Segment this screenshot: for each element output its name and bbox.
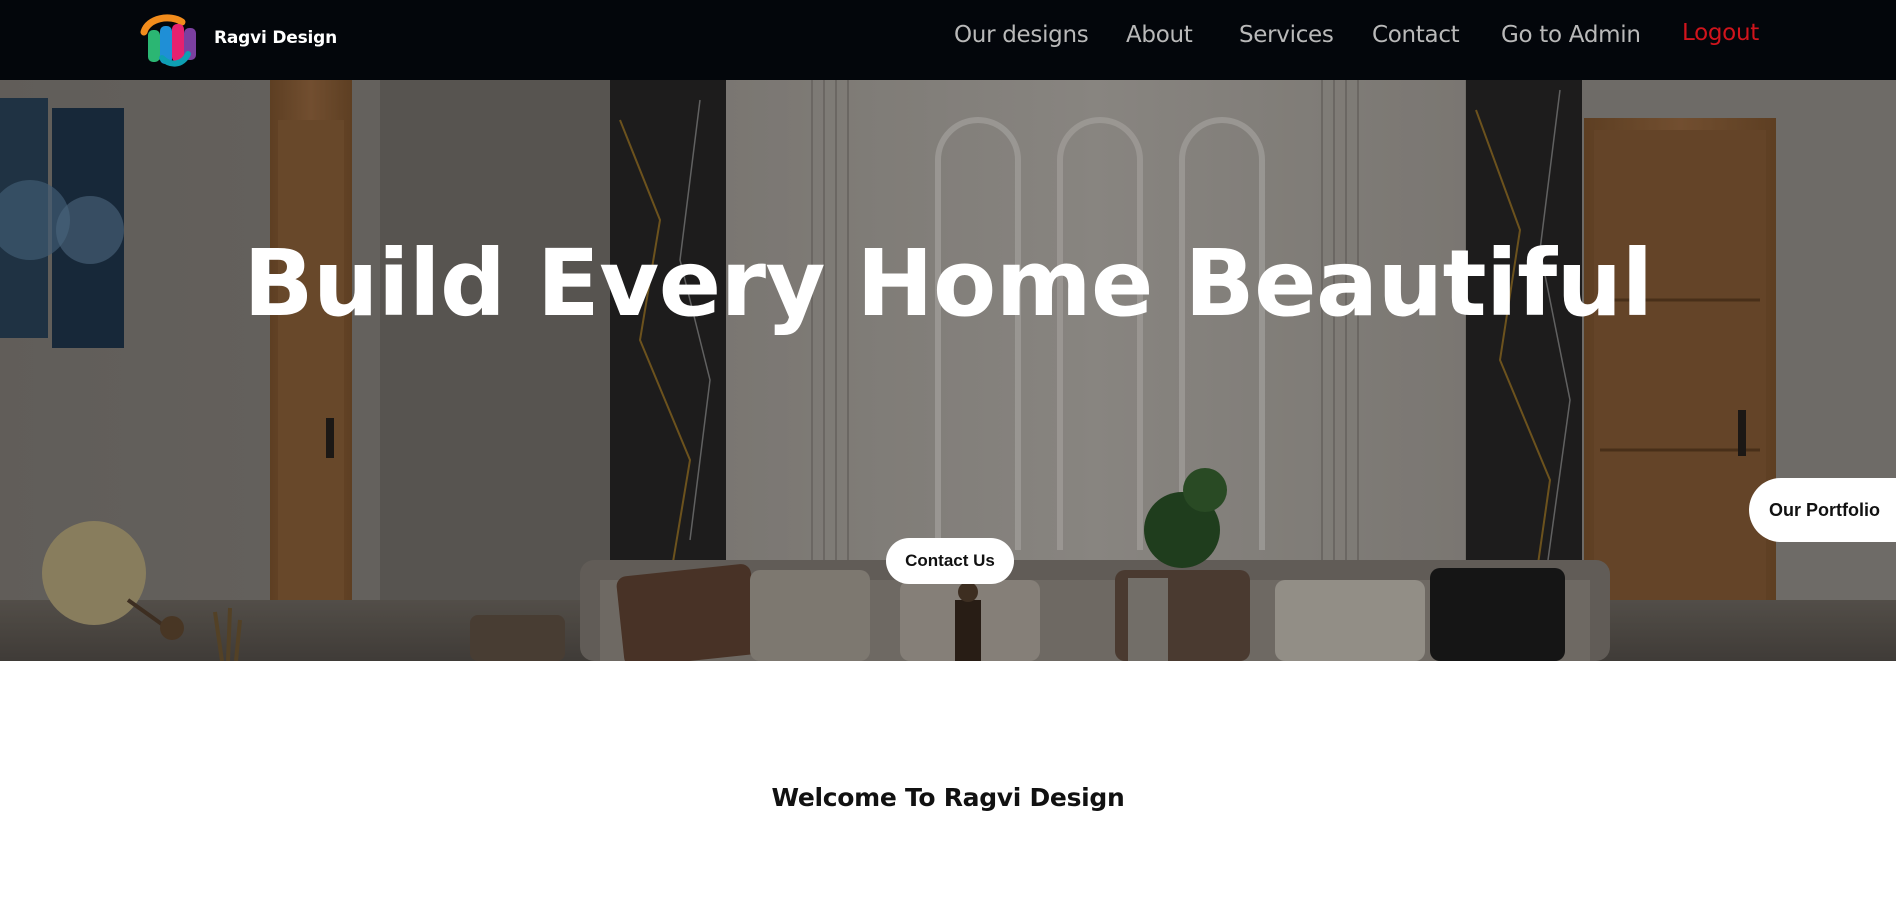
welcome-heading: Welcome To Ragvi Design — [771, 783, 1125, 812]
hero-section: Build Every Home Beautiful Contact Us — [0, 80, 1896, 661]
nav-services[interactable]: Services — [1239, 22, 1334, 48]
nav-logout[interactable]: Logout — [1682, 20, 1759, 46]
nav-about[interactable]: About — [1126, 22, 1193, 48]
hero-title: Build Every Home Beautiful — [243, 230, 1653, 337]
contact-us-button[interactable]: Contact Us — [886, 538, 1014, 584]
top-navbar: Ragvi Design Our designs About Services … — [0, 0, 1896, 80]
nav-contact[interactable]: Contact — [1372, 22, 1460, 48]
nav-our-designs[interactable]: Our designs — [954, 22, 1089, 48]
nav-go-to-admin[interactable]: Go to Admin — [1501, 22, 1641, 48]
main-nav: Our designs About Services Contact Go to… — [0, 20, 1896, 58]
our-portfolio-tab[interactable]: Our Portfolio — [1749, 478, 1896, 542]
